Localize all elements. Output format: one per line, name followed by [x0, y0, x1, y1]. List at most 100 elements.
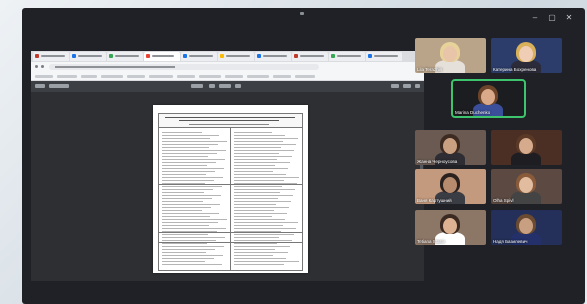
text-line [162, 141, 227, 142]
text-line [234, 141, 283, 142]
text-line [234, 195, 293, 196]
pdf-menu-icon[interactable] [35, 84, 45, 88]
close-icon[interactable]: ✕ [564, 13, 574, 23]
text-line [234, 135, 285, 136]
text-line [162, 222, 218, 223]
browser-tab[interactable] [181, 52, 217, 61]
text-line [162, 261, 205, 262]
page-number[interactable] [191, 84, 203, 88]
text-line [162, 240, 216, 241]
pdf-viewer [31, 92, 424, 281]
browser-tab[interactable] [292, 52, 328, 61]
participant-tile[interactable]: Катерина Бохренова [491, 38, 562, 73]
browser-tab[interactable] [255, 52, 291, 61]
text-line [162, 162, 216, 163]
text-line [162, 207, 211, 208]
back-icon[interactable] [35, 65, 38, 68]
address-bar[interactable] [31, 62, 424, 72]
bookmark-item[interactable] [35, 75, 53, 78]
text-line [234, 252, 288, 253]
text-line [162, 132, 202, 133]
text-line [234, 210, 274, 211]
text-line [162, 174, 206, 175]
participant-tile[interactable]: Olha Spivl [491, 169, 562, 204]
download-icon[interactable] [391, 84, 399, 88]
url-text [55, 66, 175, 68]
participant-name: Olha Spivl [493, 198, 514, 203]
participant-name: Marina Duchenko [455, 110, 491, 115]
text-line [162, 195, 221, 196]
text-line [162, 234, 208, 235]
browser-tab-active[interactable] [144, 52, 180, 61]
text-line [162, 204, 220, 205]
participant-tile[interactable]: Жанна Черноусова [415, 130, 486, 165]
text-line [162, 246, 224, 247]
participant-name: Жанна Черноусова [417, 159, 458, 164]
text-line [234, 222, 298, 223]
document-page [153, 105, 308, 273]
browser-tab[interactable] [33, 52, 69, 61]
text-line [234, 180, 284, 181]
participant-tile[interactable]: Ваня Картушний [415, 169, 486, 204]
participant-tile[interactable]: Надя Базилевич [491, 210, 562, 245]
text-line [162, 237, 225, 238]
zoom-in-icon[interactable] [235, 84, 241, 88]
bookmark-item[interactable] [101, 75, 123, 78]
participant-name: Lila Terazhiri [417, 67, 443, 72]
bookmark-item[interactable] [273, 75, 291, 78]
bookmark-item[interactable] [127, 75, 145, 78]
bookmark-item[interactable] [295, 75, 315, 78]
maximize-icon[interactable]: ▢ [547, 13, 557, 23]
text-line [162, 264, 222, 265]
more-icon[interactable] [415, 84, 420, 88]
text-line [234, 174, 286, 175]
text-line [162, 165, 207, 166]
reload-icon[interactable] [41, 65, 44, 68]
participant-face [519, 218, 533, 234]
participant-name: Ваня Картушний [417, 198, 452, 203]
text-line [162, 210, 202, 211]
bookmark-item[interactable] [177, 75, 195, 78]
participant-tile[interactable]: Marina Duchenko [451, 79, 526, 118]
browser-tab[interactable] [366, 52, 402, 61]
participant-face [519, 138, 533, 154]
participant-tile[interactable]: Tetiana Stasiv [415, 210, 486, 245]
participant-face [443, 46, 457, 62]
browser-tab[interactable] [329, 52, 365, 61]
text-line [234, 258, 286, 259]
camera-indicator [300, 12, 304, 15]
bookmark-item[interactable] [225, 75, 243, 78]
browser-tab[interactable] [107, 52, 143, 61]
row-divider [159, 184, 302, 185]
bookmarks-bar [31, 72, 424, 81]
print-icon[interactable] [403, 84, 411, 88]
text-line [162, 219, 227, 220]
text-line [234, 219, 285, 220]
text-line [162, 213, 219, 214]
participant-face [481, 89, 495, 105]
browser-tab[interactable] [70, 52, 106, 61]
text-line [162, 135, 219, 136]
bookmark-item[interactable] [81, 75, 97, 78]
text-line [234, 234, 294, 235]
bookmark-item[interactable] [57, 75, 77, 78]
zoom-level[interactable] [219, 84, 231, 88]
participant-face [519, 46, 533, 62]
participant-tile[interactable]: Lila Terazhiri [415, 38, 486, 73]
text-line [234, 213, 287, 214]
text-line [162, 252, 206, 253]
document-table [158, 113, 303, 271]
text-line [162, 243, 207, 244]
text-line [162, 228, 226, 229]
minimize-icon[interactable]: – [530, 13, 540, 23]
bookmark-item[interactable] [199, 75, 221, 78]
participant-tile[interactable] [491, 130, 562, 165]
participant-name: Надя Базилевич [493, 239, 528, 244]
bookmark-item[interactable] [247, 75, 269, 78]
text-line [162, 216, 210, 217]
text-line [162, 159, 225, 160]
browser-tab[interactable] [218, 52, 254, 61]
bookmark-item[interactable] [149, 75, 173, 78]
zoom-out-icon[interactable] [209, 84, 215, 88]
text-line [234, 156, 292, 157]
